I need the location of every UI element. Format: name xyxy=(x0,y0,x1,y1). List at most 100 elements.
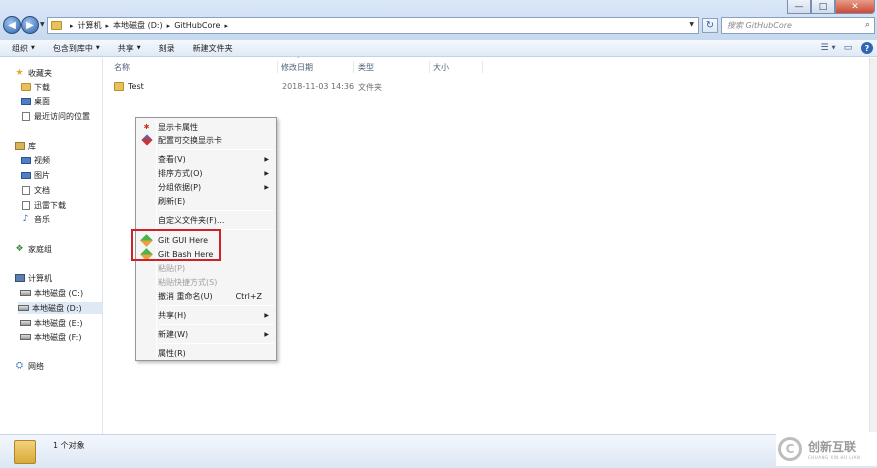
file-list-header: ˄ 名称 修改日期 类型 大小 xyxy=(104,57,877,74)
column-divider[interactable] xyxy=(429,61,430,73)
menu-separator xyxy=(159,343,274,344)
menu-separator xyxy=(159,324,274,325)
submenu-arrow-icon: ▶ xyxy=(264,330,269,338)
menu-item-undo-rename[interactable]: 撤消 重命名(U) Ctrl+Z xyxy=(157,290,275,302)
menu-item-graphics-properties[interactable]: ✱ 显示卡属性 xyxy=(144,121,275,133)
menu-item-new[interactable]: 新建(W) ▶ xyxy=(157,328,275,340)
breadcrumb-separator[interactable]: ▸ xyxy=(167,22,171,30)
menu-item-paste[interactable]: 粘贴(P) xyxy=(157,262,275,274)
column-divider[interactable] xyxy=(482,61,483,73)
sidebar-item-recent-places[interactable]: 最近访问的位置 xyxy=(20,110,90,122)
search-input[interactable]: 搜索 GitHubCore ⌕ xyxy=(721,17,875,34)
column-modified-header[interactable]: 修改日期 xyxy=(281,62,313,74)
share-menu[interactable]: 共享 ▼ xyxy=(118,43,141,54)
submenu-arrow-icon: ▶ xyxy=(264,311,269,319)
chevron-down-icon: ▼ xyxy=(95,45,100,51)
sidebar-item-drive-c[interactable]: 本地磁盘 (C:) xyxy=(20,287,83,299)
command-toolbar: 组织 ▼ 包含到库中 ▼ 共享 ▼ 刻录 新建文件夹 ☰ ▼ ▭ ? xyxy=(0,40,877,57)
maximize-button[interactable]: □ xyxy=(811,0,835,14)
file-type: 文件夹 xyxy=(358,83,382,92)
sidebar-item-favorites[interactable]: ★ 收藏夹 xyxy=(14,67,52,79)
git-items-highlight-annotation xyxy=(131,229,221,261)
menu-item-customize-folder[interactable]: 自定义文件夹(F)... xyxy=(157,214,275,226)
sidebar-item-videos[interactable]: 视频 xyxy=(20,154,50,166)
sidebar-item-label: 本地磁盘 (C:) xyxy=(34,288,84,298)
sidebar-item-drive-e[interactable]: 本地磁盘 (E:) xyxy=(20,317,83,329)
menu-item-label: 属性(R) xyxy=(158,348,186,358)
sidebar-item-pictures[interactable]: 图片 xyxy=(20,169,50,181)
toolbar-right-group: ☰ ▼ ▭ ? xyxy=(821,41,873,55)
column-name-header[interactable]: 名称 xyxy=(114,62,130,74)
watermark-text-cn: 创新互联 xyxy=(808,440,857,454)
change-view-icon[interactable]: ☰ ▼ xyxy=(821,41,836,55)
table-row[interactable]: Test 2018-11-03 14:36 文件夹 xyxy=(114,81,514,94)
breadcrumb-githubcore[interactable]: GitHubCore xyxy=(174,21,220,30)
search-icon[interactable]: ⌕ xyxy=(865,20,870,30)
back-button[interactable]: ◀ xyxy=(3,16,21,34)
new-folder-button[interactable]: 新建文件夹 xyxy=(193,43,233,54)
address-history-dropdown[interactable]: ▼ xyxy=(689,21,694,28)
sidebar-item-homegroup[interactable]: ❖ 家庭组 xyxy=(14,243,52,255)
menu-item-view[interactable]: 查看(V) ▶ xyxy=(157,153,275,165)
music-icon: ♪ xyxy=(22,214,29,224)
menu-item-paste-shortcut[interactable]: 粘贴快捷方式(S) xyxy=(157,276,275,288)
computer-icon xyxy=(14,274,25,282)
desktop-icon xyxy=(20,97,31,105)
organize-menu[interactable]: 组织 ▼ xyxy=(12,43,35,54)
sidebar-item-drive-f[interactable]: 本地磁盘 (F:) xyxy=(20,331,81,343)
menu-item-label: 刷新(E) xyxy=(158,196,186,206)
include-in-library-menu[interactable]: 包含到库中 ▼ xyxy=(53,43,100,54)
sidebar-item-label: 本地磁盘 (E:) xyxy=(34,318,83,328)
menu-item-sort-by[interactable]: 排序方式(O) ▶ xyxy=(157,167,275,179)
breadcrumb-computer[interactable]: 计算机 xyxy=(78,20,102,31)
graphics-card-icon: ✱ xyxy=(143,123,150,131)
menu-item-refresh[interactable]: 刷新(E) xyxy=(157,195,275,207)
sidebar-item-documents[interactable]: 文档 xyxy=(20,184,50,196)
drive-e-icon xyxy=(20,320,31,326)
recent-pages-dropdown[interactable]: ▼ xyxy=(40,21,45,28)
column-type-header[interactable]: 类型 xyxy=(358,62,374,74)
preview-pane-icon[interactable]: ▭ xyxy=(841,41,855,55)
menu-item-group-by[interactable]: 分组依据(P) ▶ xyxy=(157,181,275,193)
sidebar-item-music[interactable]: ♪ 音乐 xyxy=(20,213,50,225)
menu-item-properties[interactable]: 属性(R) xyxy=(157,347,275,359)
menu-item-label: 共享(H) xyxy=(158,310,187,320)
refresh-button[interactable]: ↻ xyxy=(702,18,718,33)
drive-f-icon xyxy=(20,334,31,340)
breadcrumb-separator[interactable]: ▸ xyxy=(70,22,74,30)
close-button[interactable]: ✕ xyxy=(835,0,875,14)
sidebar-item-xunlei-downloads[interactable]: 迅雷下载 xyxy=(20,199,66,211)
menu-item-shortcut: Ctrl+Z xyxy=(235,291,262,301)
burn-button[interactable]: 刻录 xyxy=(159,43,175,54)
sidebar-item-downloads[interactable]: 下载 xyxy=(20,81,50,93)
watermark: C 创新互联 CHUANG XIN HU LIAN xyxy=(776,432,877,466)
sidebar-item-libraries[interactable]: 库 xyxy=(14,140,36,152)
window-controls: — □ ✕ xyxy=(787,0,875,14)
menu-item-label: 排序方式(O) xyxy=(158,168,203,178)
vertical-scrollbar[interactable] xyxy=(869,58,877,434)
include-in-library-label: 包含到库中 xyxy=(52,43,93,53)
watermark-logo-icon: C xyxy=(778,437,802,461)
navigation-pane: ★ 收藏夹 下载 桌面 最近访问的位置 库 视频 图片 文档 迅雷下载 ♪ 音乐… xyxy=(0,58,103,434)
sidebar-item-computer[interactable]: 计算机 xyxy=(14,272,52,284)
menu-item-switchable-graphics[interactable]: 配置可交换显示卡 xyxy=(140,134,275,146)
sidebar-item-label: 计算机 xyxy=(28,273,52,283)
sidebar-item-drive-d[interactable]: 本地磁盘 (D:) xyxy=(18,302,102,314)
forward-button[interactable]: ▶ xyxy=(21,16,39,34)
folder-icon xyxy=(114,82,124,91)
breadcrumb-drive-d[interactable]: 本地磁盘 (D:) xyxy=(113,20,163,31)
menu-item-label: 撤消 重命名(U) xyxy=(158,291,213,301)
status-bar: 1 个对象 xyxy=(0,434,877,468)
address-bar[interactable]: ▸ 计算机 ▸ 本地磁盘 (D:) ▸ GitHubCore ▸ ▼ xyxy=(47,17,699,34)
menu-item-share-with[interactable]: 共享(H) ▶ xyxy=(157,309,275,321)
sidebar-item-network[interactable]: ⛭ 网络 xyxy=(14,360,44,372)
column-size-header[interactable]: 大小 xyxy=(433,62,449,74)
column-divider[interactable] xyxy=(353,61,354,73)
column-divider[interactable] xyxy=(277,61,278,73)
breadcrumb-separator[interactable]: ▸ xyxy=(224,22,228,30)
sidebar-item-label: 收藏夹 xyxy=(28,68,52,78)
breadcrumb-separator[interactable]: ▸ xyxy=(106,22,110,30)
minimize-button[interactable]: — xyxy=(787,0,811,14)
help-icon[interactable]: ? xyxy=(861,42,873,54)
sidebar-item-desktop[interactable]: 桌面 xyxy=(20,95,50,107)
